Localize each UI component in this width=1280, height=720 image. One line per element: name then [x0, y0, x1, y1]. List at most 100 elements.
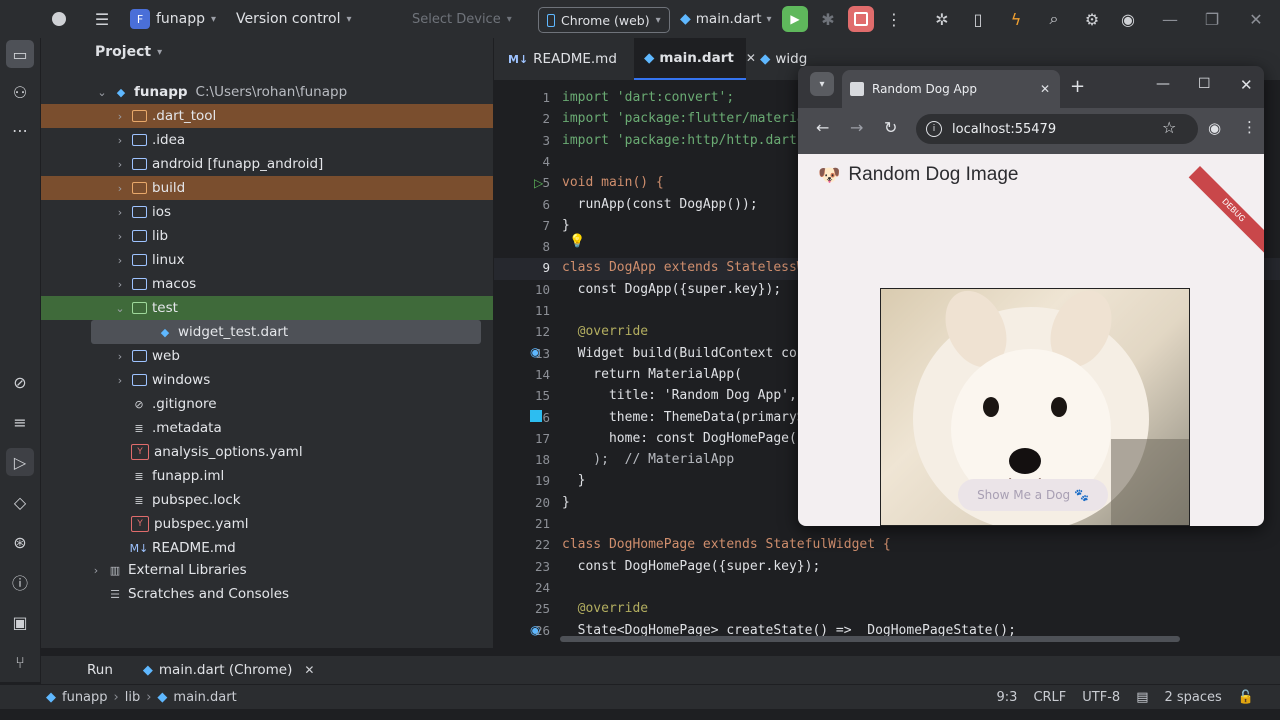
code-line[interactable]: home: const DogHomePage(): [562, 431, 805, 446]
code-line[interactable]: class DogApp extends StatelessW: [562, 260, 805, 275]
code-line[interactable]: const DogApp({super.key});: [562, 282, 782, 297]
override-gutter-icon[interactable]: ◉: [530, 345, 540, 359]
close-tab-icon[interactable]: ✕: [304, 663, 314, 677]
cursor-position[interactable]: 9:3: [997, 690, 1018, 705]
maximize-icon[interactable]: ❐: [1198, 5, 1226, 33]
code-line[interactable]: import 'package:http/http.dart': [562, 133, 805, 148]
color-swatch-icon[interactable]: [530, 410, 542, 422]
problems-icon[interactable]: ⓘ: [6, 568, 34, 596]
run-button[interactable]: ▶: [782, 6, 808, 32]
project-tree-item[interactable]: Yanalysis_options.yaml: [41, 440, 493, 464]
more-tools-icon[interactable]: ⋯: [6, 116, 34, 144]
code-line[interactable]: import 'package:flutter/materia: [562, 111, 805, 126]
horizontal-scrollbar[interactable]: [560, 636, 1180, 642]
lock-icon[interactable]: 🔓: [1238, 690, 1254, 705]
chevron-right-icon[interactable]: ›: [113, 278, 127, 291]
gem-icon[interactable]: ◇: [6, 488, 34, 516]
breadcrumb-lib[interactable]: lib: [125, 690, 140, 705]
code-line[interactable]: return MaterialApp(: [562, 367, 742, 382]
maximize-icon[interactable]: ☐: [1198, 76, 1211, 92]
stop-button[interactable]: [848, 6, 874, 32]
project-tree-item[interactable]: › web: [41, 344, 493, 368]
project-tree-item[interactable]: › .idea: [41, 128, 493, 152]
project-tree-item[interactable]: ⌄ test: [41, 296, 493, 320]
chevron-right-icon[interactable]: ›: [113, 158, 127, 171]
project-selector[interactable]: F funapp ▾: [130, 0, 216, 38]
main-menu-icon[interactable]: ☰: [88, 5, 116, 33]
browser-tab[interactable]: Random Dog App ✕: [842, 70, 1060, 108]
project-tree-item[interactable]: › build: [41, 176, 493, 200]
device-manager-icon[interactable]: ▯: [964, 5, 992, 33]
line-ending[interactable]: CRLF: [1033, 690, 1066, 705]
site-info-icon[interactable]: i: [926, 121, 942, 137]
tab-readme[interactable]: M↓ README.md: [508, 38, 617, 80]
outline-icon[interactable]: ≡: [6, 408, 34, 436]
code-line[interactable]: @override: [562, 601, 648, 616]
code-line[interactable]: void main() {: [562, 175, 664, 190]
code-line[interactable]: const DogHomePage({super.key});: [562, 559, 821, 574]
project-tree-item[interactable]: Ypubspec.yaml: [41, 512, 493, 536]
search-icon[interactable]: ⌕: [1040, 5, 1068, 33]
reload-icon[interactable]: ↻: [884, 118, 897, 137]
vcs-selector[interactable]: Version control ▾: [236, 0, 352, 38]
project-tree-item[interactable]: › ios: [41, 200, 493, 224]
terminal-icon[interactable]: ▣: [6, 608, 34, 636]
project-tree-item[interactable]: ≣ pubspec.lock: [41, 488, 493, 512]
project-tree-item[interactable]: › lib: [41, 224, 493, 248]
chevron-right-icon[interactable]: ›: [113, 134, 127, 147]
project-root-row[interactable]: ⌄ ◆ funapp C:\Users\rohan\funapp: [41, 80, 493, 104]
dart-analysis-icon[interactable]: ⊛: [6, 528, 34, 556]
close-icon[interactable]: ✕: [1240, 76, 1253, 94]
project-tree-item[interactable]: › linux: [41, 248, 493, 272]
run-gutter-icon[interactable]: ▷: [534, 176, 543, 190]
project-tree-item[interactable]: › windows: [41, 368, 493, 392]
app-logo-icon[interactable]: [52, 0, 66, 38]
project-tree-item[interactable]: M↓ README.md: [41, 536, 493, 560]
tab-main-dart[interactable]: ◆ main.dart ✕: [634, 38, 756, 80]
code-line[interactable]: }: [562, 218, 570, 233]
more-actions-icon[interactable]: ⋮: [880, 5, 908, 33]
code-line[interactable]: title: 'Random Dog App',: [562, 388, 797, 403]
gear-icon[interactable]: ⚙: [1078, 5, 1106, 33]
project-tree-item[interactable]: ≣ funapp.iml: [41, 464, 493, 488]
structure-icon[interactable]: ⚇: [6, 78, 34, 106]
external-libraries-row[interactable]: › ▥ External Libraries: [41, 558, 493, 582]
code-line[interactable]: class DogHomePage extends StatefulWidget…: [562, 537, 891, 552]
run-tab-label[interactable]: main.dart (Chrome): [159, 662, 292, 678]
debug-bug-icon[interactable]: ✱: [814, 5, 842, 33]
code-line[interactable]: }: [562, 473, 586, 488]
close-tab-icon[interactable]: ✕: [746, 51, 756, 65]
project-tree-item[interactable]: › android [funapp_android]: [41, 152, 493, 176]
code-line[interactable]: Widget build(BuildContext con: [562, 346, 805, 361]
minimize-icon[interactable]: —: [1156, 76, 1170, 92]
code-line[interactable]: theme: ThemeData(primaryS: [562, 410, 805, 425]
minimize-icon[interactable]: —: [1156, 5, 1184, 33]
new-tab-icon[interactable]: +: [1070, 76, 1085, 97]
chevron-right-icon[interactable]: ›: [113, 350, 127, 363]
project-tree-item[interactable]: ⊘ .gitignore: [41, 392, 493, 416]
close-tab-icon[interactable]: ✕: [1040, 82, 1050, 96]
code-line[interactable]: import 'dart:convert';: [562, 90, 734, 105]
lightbulb-icon[interactable]: 💡: [569, 234, 585, 249]
bug-icon[interactable]: ✲: [928, 5, 956, 33]
profile-icon[interactable]: ◉: [1208, 119, 1221, 137]
override-gutter-icon[interactable]: ◉: [530, 623, 540, 637]
code-line[interactable]: @override: [562, 324, 648, 339]
chevron-right-icon[interactable]: ›: [113, 110, 127, 123]
flutter-inspector-icon[interactable]: ⊘: [6, 368, 34, 396]
project-panel-header[interactable]: Project ▾: [95, 44, 162, 60]
account-icon[interactable]: ◉: [1114, 5, 1142, 33]
chrome-menu-icon[interactable]: ⋮: [1242, 118, 1257, 136]
chevron-right-icon[interactable]: ›: [113, 230, 127, 243]
flutter-hot-reload-icon[interactable]: ϟ: [1002, 5, 1030, 33]
show-dog-button[interactable]: Show Me a Dog 🐾: [958, 479, 1108, 511]
run-config-selector[interactable]: ◆ main.dart ▾: [680, 0, 772, 38]
chevron-right-icon[interactable]: ›: [113, 182, 127, 195]
run-label[interactable]: Run: [87, 662, 113, 678]
scratches-row[interactable]: ☰ Scratches and Consoles: [41, 582, 493, 606]
project-tree-item[interactable]: ◆ widget_test.dart: [91, 320, 481, 344]
tab-search-icon[interactable]: ▾: [810, 72, 834, 96]
breadcrumb-project[interactable]: funapp: [62, 690, 108, 705]
project-tree-item[interactable]: › .dart_tool: [41, 104, 493, 128]
code-line[interactable]: runApp(const DogApp());: [562, 197, 758, 212]
